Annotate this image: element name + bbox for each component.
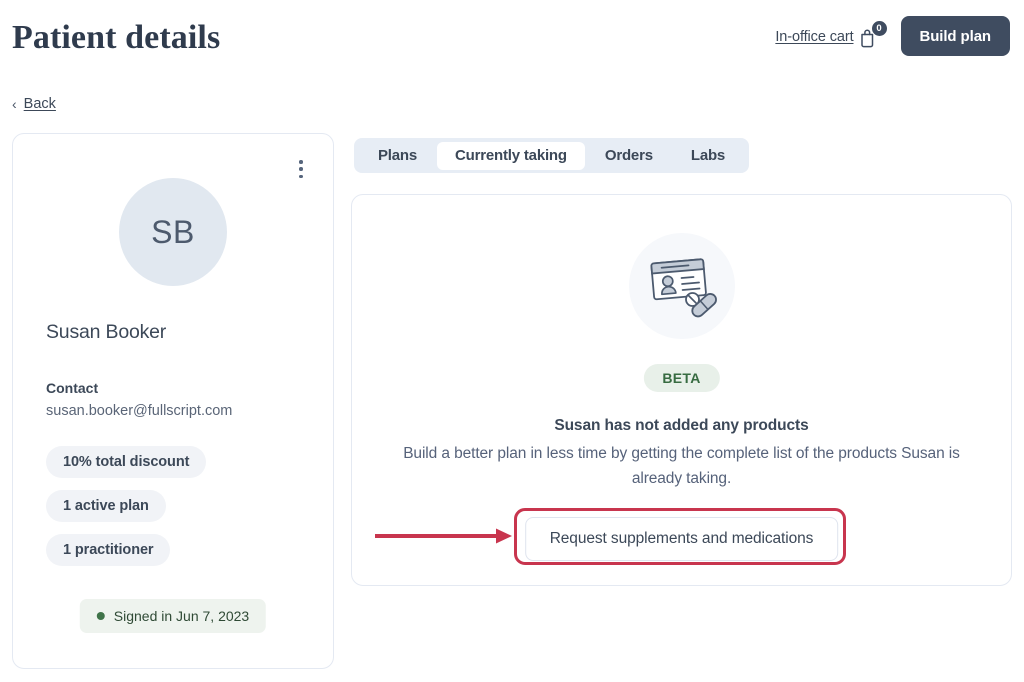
status-badge-label: Signed in Jun 7, 2023 (113, 608, 250, 624)
chevron-left-icon: ‹ (12, 96, 17, 112)
beta-badge: BETA (643, 364, 720, 392)
tab-bar: Plans Currently taking Orders Labs (354, 138, 750, 173)
in-office-cart-label: In-office cart (775, 29, 854, 45)
back-link-label: Back (23, 96, 56, 112)
contact-label: Contact (46, 380, 99, 396)
in-office-cart-link[interactable]: In-office cart 0 (775, 21, 887, 51)
tab-plans[interactable]: Plans (360, 142, 435, 170)
tab-labs[interactable]: Labs (673, 142, 743, 170)
page-header: Patient details In-office cart 0 Build p… (0, 0, 1024, 78)
patient-email: susan.booker@fullscript.com (46, 403, 233, 419)
kebab-dot (299, 160, 303, 164)
page-title: Patient details (12, 19, 221, 56)
id-card-with-pills-icon (628, 233, 735, 339)
status-dot-icon (96, 612, 105, 620)
empty-state-title: Susan has not added any products (554, 417, 809, 434)
request-supplements-button[interactable]: Request supplements and medications (524, 517, 839, 561)
patient-chips: 10% total discount 1 active plan 1 pract… (46, 446, 207, 566)
patient-details-page: Patient details In-office cart 0 Build p… (0, 0, 1024, 682)
tab-orders[interactable]: Orders (587, 142, 671, 170)
avatar: SB (119, 178, 227, 286)
currently-taking-panel: BETA Susan has not added any products Bu… (351, 194, 1012, 586)
build-plan-button[interactable]: Build plan (900, 16, 1010, 56)
patient-summary-card: SB Susan Booker Contact susan.booker@ful… (12, 133, 334, 669)
patient-name: Susan Booker (46, 321, 167, 343)
cart-count-badge: 0 (871, 21, 887, 36)
kebab-dot (299, 167, 303, 171)
shopping-bag-icon: 0 (859, 21, 887, 51)
empty-state-description: Build a better plan in less time by gett… (403, 445, 960, 488)
kebab-dot (299, 174, 303, 178)
tab-currently-taking[interactable]: Currently taking (437, 141, 585, 170)
back-link[interactable]: ‹ Back (12, 96, 56, 112)
status-badge: Signed in Jun 7, 2023 (79, 599, 267, 633)
chip-active-plan: 1 active plan (46, 490, 166, 522)
chip-total-discount: 10% total discount (46, 446, 207, 478)
kebab-menu-icon[interactable] (292, 158, 310, 180)
chip-practitioner: 1 practitioner (46, 534, 171, 566)
header-actions: In-office cart 0 Build plan (775, 16, 1010, 56)
